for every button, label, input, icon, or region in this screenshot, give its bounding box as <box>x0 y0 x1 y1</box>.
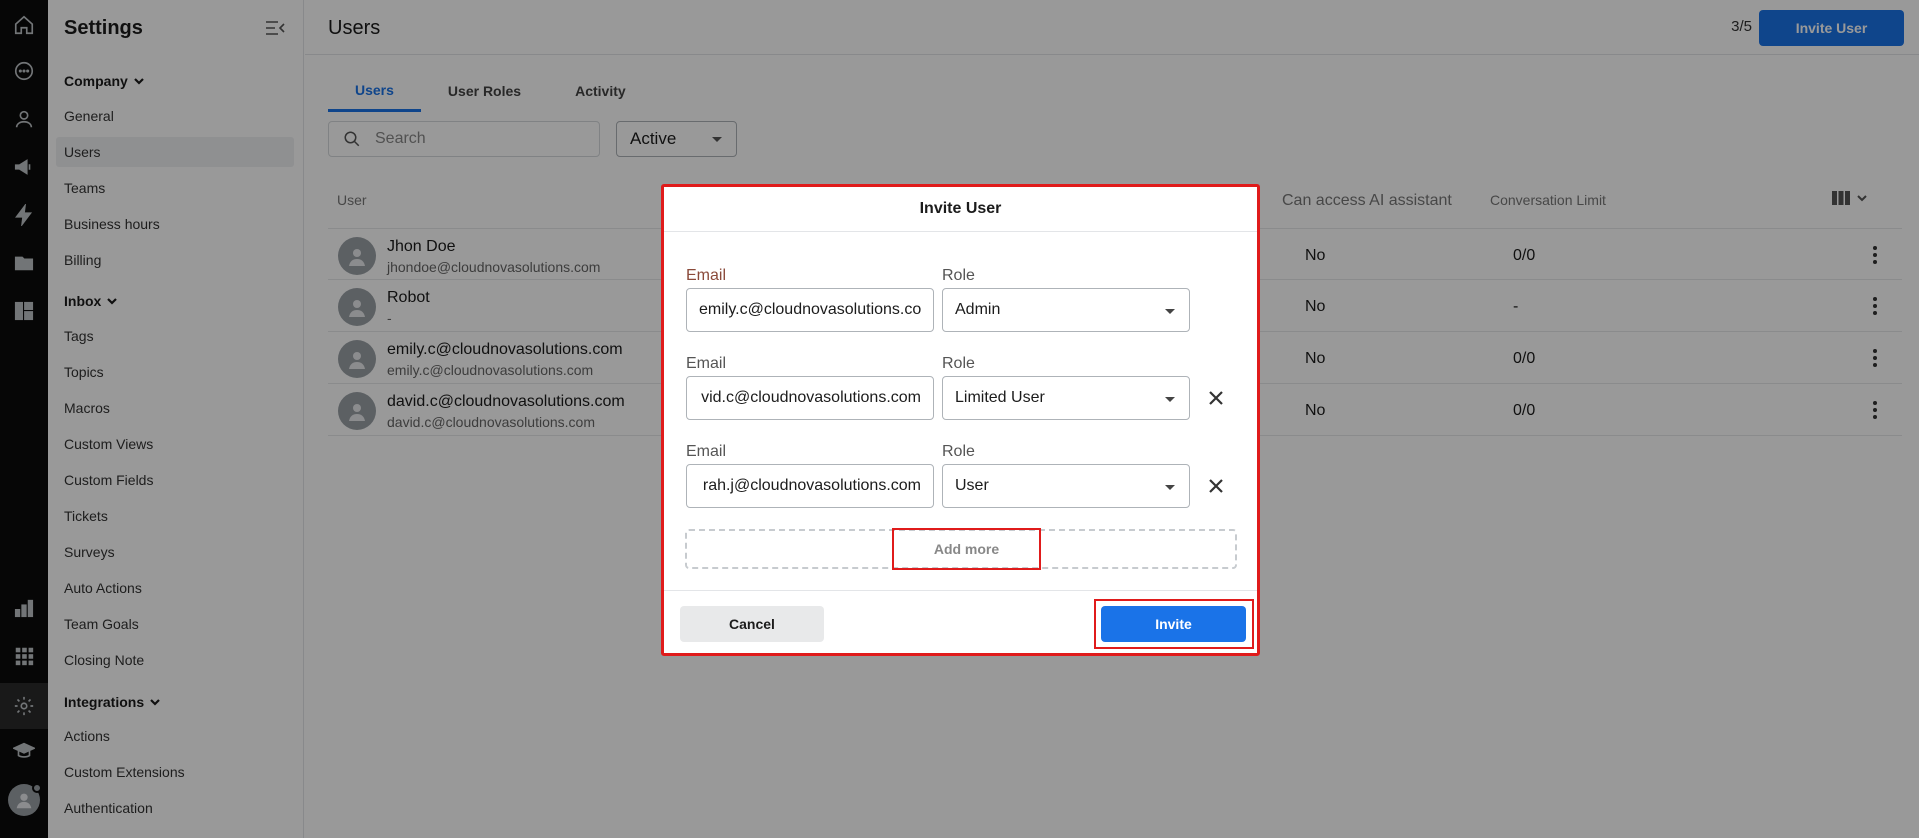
invite-button-highlight: Invite <box>1094 599 1254 649</box>
role-select-value: Limited User <box>955 389 1045 406</box>
role-select-value: Admin <box>955 301 1001 318</box>
role-label: Role <box>942 267 975 284</box>
role-label: Role <box>942 443 975 460</box>
email-label: Email <box>686 355 727 372</box>
email-field[interactable]: rah.j@cloudnovasolutions.com <box>686 464 934 508</box>
caret-down-icon <box>1165 397 1175 402</box>
remove-row-close-icon[interactable] <box>1204 474 1228 498</box>
role-select[interactable]: Limited User <box>942 376 1190 420</box>
add-more-button[interactable]: Add more <box>892 528 1041 570</box>
role-select-value: User <box>955 477 989 494</box>
add-more-area[interactable]: Add more <box>685 528 1237 570</box>
remove-row-close-icon[interactable] <box>1204 386 1228 410</box>
caret-down-icon <box>1165 309 1175 314</box>
caret-down-icon <box>1165 485 1175 490</box>
dialog-title: Invite User <box>664 187 1257 232</box>
email-label: Email <box>686 443 727 460</box>
email-label: Email <box>686 267 727 284</box>
cancel-button[interactable]: Cancel <box>680 606 824 642</box>
invite-button[interactable]: Invite <box>1101 606 1246 642</box>
role-label: Role <box>942 355 975 372</box>
email-field[interactable]: emily.c@cloudnovasolutions.co <box>686 288 934 332</box>
invite-user-dialog: Invite User Email Role emily.c@cloudnova… <box>661 184 1260 656</box>
role-select[interactable]: User <box>942 464 1190 508</box>
role-select[interactable]: Admin <box>942 288 1190 332</box>
dialog-footer-divider <box>664 590 1257 591</box>
email-field[interactable]: vid.c@cloudnovasolutions.com <box>686 376 934 420</box>
